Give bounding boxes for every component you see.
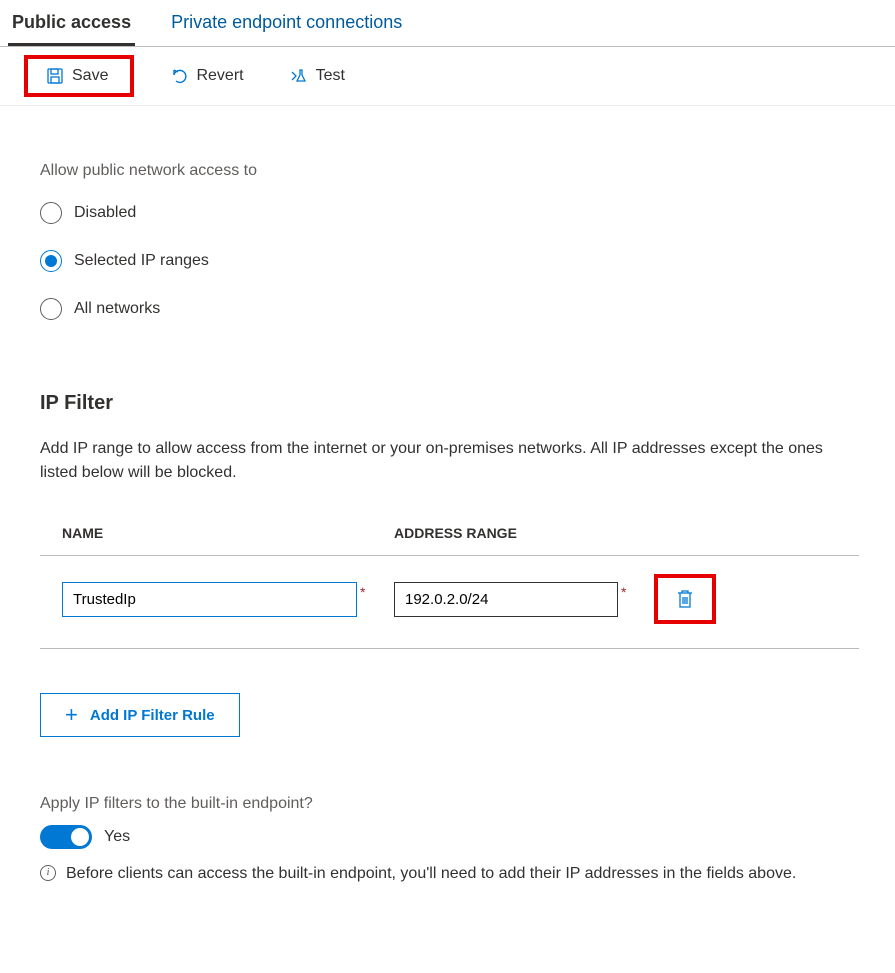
test-icon — [290, 67, 308, 85]
revert-button[interactable]: Revert — [160, 61, 253, 91]
radio-label-selected-ip: Selected IP ranges — [74, 252, 209, 270]
ip-filter-table-header: NAME ADDRESS RANGE — [40, 525, 859, 556]
tabs-bar: Public access Private endpoint connectio… — [0, 0, 895, 47]
apply-ip-filters-label: Apply IP filters to the built-in endpoin… — [40, 795, 859, 813]
info-text: Before clients can access the built-in e… — [66, 861, 796, 887]
radio-option-selected-ip[interactable]: Selected IP ranges — [40, 250, 859, 272]
save-icon — [46, 67, 64, 85]
table-row: * * — [40, 556, 859, 649]
radio-option-all[interactable]: All networks — [40, 298, 859, 320]
tab-private-endpoint-connections[interactable]: Private endpoint connections — [167, 0, 406, 46]
toolbar: Save Revert Test — [0, 47, 895, 106]
toggle-label-yes: Yes — [104, 828, 130, 846]
trash-icon — [676, 590, 694, 608]
content-area: Allow public network access to Disabled … — [0, 106, 895, 911]
test-button[interactable]: Test — [280, 61, 355, 91]
info-row: i Before clients can access the built-in… — [40, 861, 859, 887]
ip-filter-description: Add IP range to allow access from the in… — [40, 437, 859, 485]
save-highlight-box: Save — [24, 55, 134, 97]
tab-public-access[interactable]: Public access — [8, 0, 135, 46]
toggle-row: Yes — [40, 825, 859, 849]
ip-filter-name-input[interactable] — [62, 582, 357, 617]
name-cell: * — [62, 582, 394, 617]
column-address-range-header: ADDRESS RANGE — [394, 525, 837, 541]
column-name-header: NAME — [62, 525, 394, 541]
plus-icon: + — [65, 704, 78, 726]
required-star: * — [360, 584, 365, 600]
radio-disabled[interactable] — [40, 202, 62, 224]
radio-label-disabled: Disabled — [74, 204, 136, 222]
radio-label-all: All networks — [74, 300, 160, 318]
test-label: Test — [316, 67, 345, 85]
delete-highlight-box — [654, 574, 716, 624]
radio-option-disabled[interactable]: Disabled — [40, 202, 859, 224]
info-icon: i — [40, 865, 56, 881]
revert-label: Revert — [196, 67, 243, 85]
save-label: Save — [72, 67, 108, 85]
ip-filter-heading: IP Filter — [40, 392, 859, 415]
radio-all[interactable] — [40, 298, 62, 320]
access-radio-group: Disabled Selected IP ranges All networks — [40, 202, 859, 320]
delete-ip-filter-button[interactable] — [672, 586, 698, 612]
required-star: * — [621, 584, 626, 600]
add-ip-filter-rule-button[interactable]: + Add IP Filter Rule — [40, 693, 240, 737]
revert-icon — [170, 67, 188, 85]
address-cell: * — [394, 582, 660, 617]
radio-selected-ip[interactable] — [40, 250, 62, 272]
access-section-label: Allow public network access to — [40, 162, 859, 180]
add-ip-filter-rule-label: Add IP Filter Rule — [90, 707, 215, 724]
ip-filter-address-input[interactable] — [394, 582, 618, 617]
save-button[interactable]: Save — [36, 61, 118, 91]
apply-ip-filters-toggle[interactable] — [40, 825, 92, 849]
